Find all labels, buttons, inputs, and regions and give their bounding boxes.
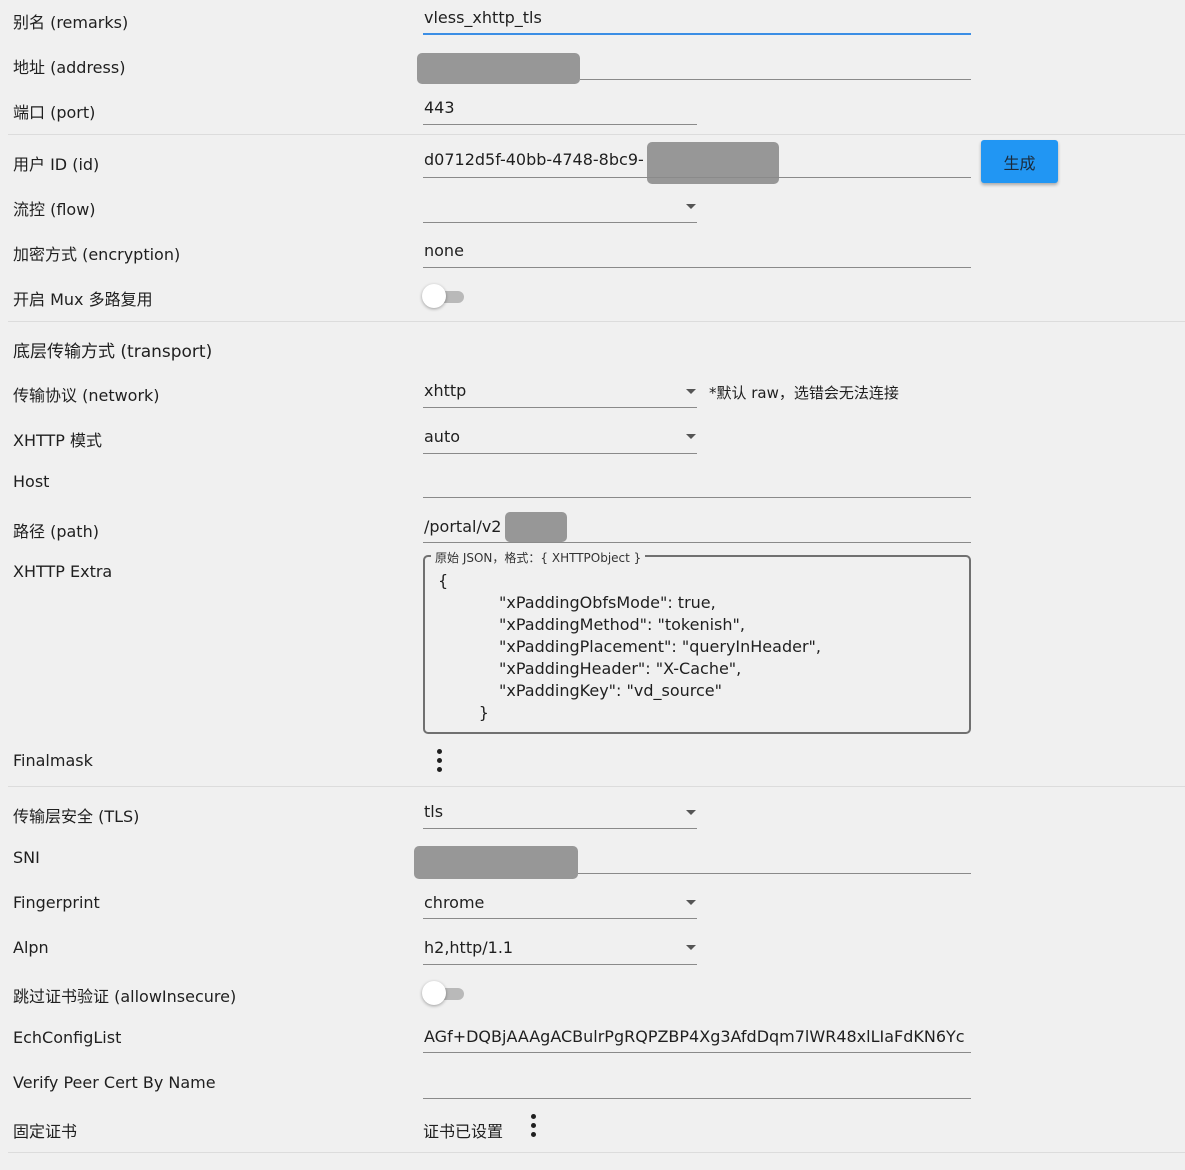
toggle-thumb [422, 284, 446, 308]
fingerprint-select[interactable]: chrome [424, 893, 484, 912]
chevron-down-icon[interactable] [686, 434, 696, 439]
remarks-underline [423, 33, 971, 35]
ech-config-list-input[interactable]: AGf+DQBjAAAgACBulrPgRQPZBP4Xg3AfdDqm7lWR… [424, 1027, 971, 1046]
remarks-input[interactable]: vless_xhttp_tls [424, 8, 542, 27]
mux-label: 开启 Mux 多路复用 [13, 290, 153, 309]
encryption-underline [423, 267, 971, 268]
chevron-down-icon[interactable] [686, 945, 696, 950]
address-redaction [417, 53, 580, 84]
id-input[interactable]: d0712d5f-40bb-4748-8bc9- [424, 150, 644, 169]
flow-select[interactable] [424, 195, 674, 217]
address-label: 地址 (address) [13, 58, 126, 77]
pinned-cert-status: 证书已设置 [423, 1122, 504, 1141]
more-vert-icon[interactable] [431, 749, 447, 775]
chevron-down-icon[interactable] [686, 204, 696, 209]
more-vert-icon[interactable] [525, 1114, 541, 1140]
network-select[interactable]: xhttp [424, 381, 466, 400]
alpn-select[interactable]: h2,http/1.1 [424, 938, 513, 957]
port-underline [423, 124, 697, 125]
allow-insecure-label: 跳过证书验证 (allowInsecure) [13, 987, 237, 1006]
verify-peer-cert-input[interactable] [424, 1072, 970, 1094]
sni-underline [578, 873, 971, 874]
allow-insecure-toggle[interactable] [422, 981, 466, 1005]
xhttp-extra-legend: 原始 JSON，格式：{ XHTTPObject } [431, 549, 646, 566]
xhttp-extra-label: XHTTP Extra [13, 562, 113, 581]
xhttp-mode-underline [423, 453, 697, 454]
port-input[interactable]: 443 [424, 98, 455, 117]
address-underline [580, 79, 971, 80]
flow-label: 流控 (flow) [13, 200, 96, 219]
toggle-thumb [422, 981, 446, 1005]
path-underline [423, 542, 971, 543]
ech-config-list-underline [423, 1052, 971, 1053]
host-underline [423, 497, 971, 498]
host-label: Host [13, 472, 50, 491]
port-label: 端口 (port) [13, 103, 96, 122]
flow-underline [423, 222, 697, 223]
mux-toggle[interactable] [422, 284, 466, 308]
encryption-input[interactable]: none [424, 241, 464, 260]
finalmask-label: Finalmask [13, 751, 93, 770]
path-label: 路径 (path) [13, 522, 99, 541]
alpn-underline [423, 964, 697, 965]
tls-underline [423, 828, 697, 829]
network-hint: *默认 raw，选错会无法连接 [709, 384, 899, 402]
host-input[interactable] [424, 472, 970, 494]
divider [8, 1152, 1185, 1153]
path-input[interactable]: /portal/v2 [424, 517, 501, 536]
xhttp-mode-select[interactable]: auto [424, 427, 460, 446]
verify-peer-cert-label: Verify Peer Cert By Name [13, 1073, 216, 1092]
chevron-down-icon[interactable] [686, 389, 696, 394]
sni-redaction [414, 846, 578, 879]
divider [8, 134, 1185, 135]
id-underline [423, 177, 971, 178]
verify-peer-cert-underline [423, 1098, 971, 1099]
network-label: 传输协议 (network) [13, 386, 160, 405]
chevron-down-icon[interactable] [686, 900, 696, 905]
generate-id-button[interactable]: 生成 [981, 140, 1058, 183]
transport-section-title: 底层传输方式 (transport) [13, 342, 213, 362]
remarks-label: 别名 (remarks) [13, 13, 129, 32]
path-redaction [505, 512, 567, 542]
pinned-cert-label: 固定证书 [13, 1122, 78, 1141]
encryption-label: 加密方式 (encryption) [13, 245, 181, 264]
fingerprint-label: Fingerprint [13, 893, 100, 912]
xhttp-extra-value[interactable]: { "xPaddingObfsMode": true, "xPaddingMet… [438, 570, 821, 724]
network-underline [423, 407, 697, 408]
xhttp-mode-label: XHTTP 模式 [13, 431, 102, 450]
id-label: 用户 ID (id) [13, 155, 100, 174]
chevron-down-icon[interactable] [686, 810, 696, 815]
divider [8, 786, 1185, 787]
sni-label: SNI [13, 848, 40, 867]
alpn-label: Alpn [13, 938, 49, 957]
tls-select[interactable]: tls [424, 802, 443, 821]
fingerprint-underline [423, 918, 697, 919]
ech-config-list-label: EchConfigList [13, 1028, 122, 1047]
divider [8, 321, 1185, 322]
tls-label: 传输层安全 (TLS) [13, 807, 140, 826]
